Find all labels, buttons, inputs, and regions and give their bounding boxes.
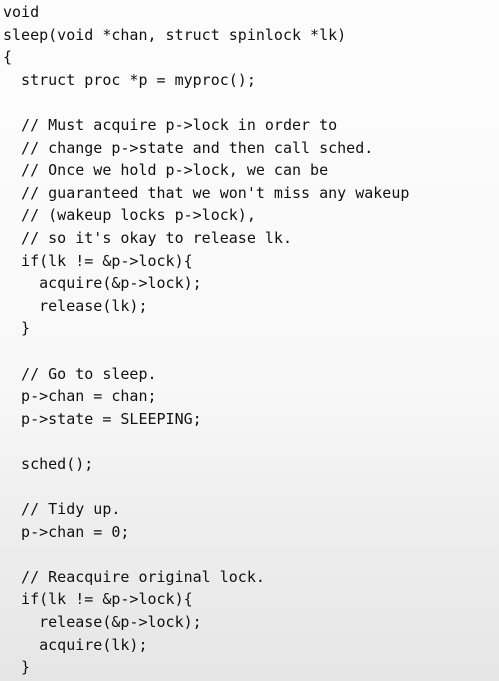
code-line-function-return-type: void [3, 3, 40, 21]
code-line-close-brace: } [3, 319, 31, 338]
code-line-comment: // Tidy up. [3, 500, 121, 519]
code-line-chan-assignment: p->chan = chan; [3, 387, 157, 406]
code-line-comment: // Once we hold p->lock, we can be [3, 161, 329, 180]
code-line-comment: // Reacquire original lock. [3, 567, 265, 586]
code-line-open-brace: { [3, 48, 13, 67]
code-line-chan-reset: p->chan = 0; [3, 522, 130, 541]
code-line-comment: // so it's okay to release lk. [3, 228, 292, 247]
code-listing: void sleep(void *chan, struct spinlock *… [3, 1, 409, 681]
code-line-close-brace: } [3, 658, 31, 677]
code-line-comment: // (wakeup locks p->lock), [3, 206, 256, 225]
code-line-sched-call: sched(); [3, 454, 94, 473]
code-line-comment: // guaranteed that we won't miss any wak… [3, 183, 410, 202]
code-line-function-signature: sleep(void *chan, struct spinlock *lk) [3, 25, 347, 44]
code-line-release-call: release(lk); [3, 296, 148, 315]
code-line-proc-declaration: struct proc *p = myproc(); [3, 70, 256, 89]
code-line-acquire-call: acquire(&p->lock); [3, 274, 202, 293]
code-line-if-statement: if(lk != &p->lock){ [3, 590, 193, 609]
code-line-release-call: release(&p->lock); [3, 613, 202, 632]
code-line-if-statement: if(lk != &p->lock){ [3, 251, 193, 270]
code-line-state-assignment: p->state = SLEEPING; [3, 409, 202, 428]
code-line-comment: // change p->state and then call sched. [3, 138, 374, 157]
code-screenshot: void sleep(void *chan, struct spinlock *… [0, 0, 499, 681]
code-line-comment: // Must acquire p->lock in order to [3, 115, 338, 134]
code-line-acquire-call: acquire(lk); [3, 635, 148, 654]
code-line-comment: // Go to sleep. [3, 364, 157, 383]
